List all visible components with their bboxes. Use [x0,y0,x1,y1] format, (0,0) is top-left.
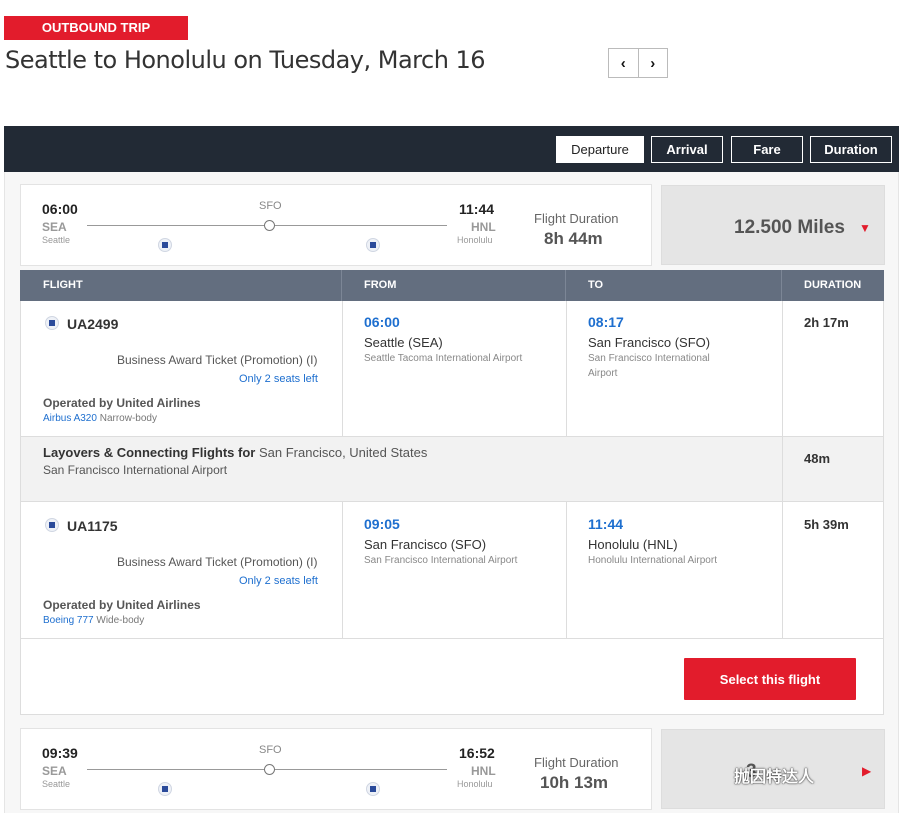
segment-from-airport: Seattle Tacoma International Airport [364,353,523,364]
watermark-text: 抛因特达人 [734,769,815,786]
segment-arrival-time: 11:44 [588,516,624,532]
stop-code: SFO [259,200,282,212]
next-day-button[interactable]: › [637,49,668,77]
operator: Operated by United Airlines [43,396,201,410]
united-logo-icon [158,238,172,252]
previous-day-button[interactable]: ‹ [609,49,638,77]
sort-fare-button[interactable]: Fare [731,136,803,163]
segment-to-airport: San Francisco International Airport [588,353,710,379]
sort-bar: Departure Arrival Fare Duration [4,126,899,172]
col-from: FROM [364,279,397,291]
united-logo-icon [45,518,59,532]
miles-value: 12.500 Miles [734,217,845,238]
seats-left: Only 2 seats left [239,575,318,587]
seats-left: Only 2 seats left [239,373,318,385]
arrival-city: Honolulu [457,235,493,245]
departure-time: 06:00 [42,201,78,217]
stop-code: SFO [259,744,282,756]
flight-duration-label: Flight Duration [534,755,619,770]
flight-summary-card[interactable]: 09:39 SEA Seattle SFO 16:52 HNL Honolulu… [20,728,652,810]
flight-search-page: { "header": { "badge": "OUTBOUND TRIP", … [0,0,900,813]
col-flight: FLIGHT [43,279,83,291]
departure-city: Seattle [42,779,71,789]
fare-class: Business Award Ticket (Promotion) (I) [117,555,318,569]
outbound-trip-badge: OUTBOUND TRIP [4,16,188,40]
arrival-code: HNL [471,220,496,234]
aircraft-link[interactable]: Boeing 777 [43,615,94,626]
flight-summary-card[interactable]: 06:00 SEA Seattle SFO 11:44 HNL Honolulu… [20,184,652,266]
segment-departure-time: 09:05 [364,516,400,532]
united-logo-icon [366,238,380,252]
col-duration: DURATION [804,279,862,291]
sort-duration-button[interactable]: Duration [810,136,892,163]
layover-row: Layovers & Connecting Flights for San Fr… [20,436,884,502]
flight-number: UA2499 [67,316,119,332]
flight-number: UA1175 [67,518,118,534]
operator: Operated by United Airlines [43,598,201,612]
flight-segment: UA2499 Business Award Ticket (Promotion)… [20,301,884,436]
segment-arrival-time: 08:17 [588,314,624,330]
col-to: TO [588,279,604,291]
flight-duration-value: 8h 44m [544,229,603,248]
flight-duration-value: 10h 13m [540,773,609,792]
date-nav: ‹ › [608,48,668,78]
chevron-down-icon: ▼ [859,221,871,235]
segment-duration: 5h 39m [804,517,849,532]
segment-from-city: San Francisco (SFO) [364,537,487,552]
chevron-right-icon: › [650,54,656,72]
details-table-header: FLIGHT FROM TO DURATION [20,270,884,301]
united-logo-icon [366,782,380,796]
layover-duration: 48m [804,451,831,466]
segment-from-airport: San Francisco International Airport [364,555,518,566]
segment-departure-time: 06:00 [364,314,400,330]
aircraft: Airbus A320 Narrow-body [43,413,157,424]
aircraft-link[interactable]: Airbus A320 [43,413,97,424]
arrival-time: 16:52 [459,745,495,761]
chevron-left-icon: ‹ [620,54,626,72]
segment-duration: 2h 17m [804,315,849,330]
aircraft: Boeing 777 Wide-body [43,615,145,626]
flight-duration-label: Flight Duration [534,211,619,226]
select-flight-row: Select this flight [20,638,884,715]
sort-departure-button[interactable]: Departure [556,136,644,163]
fare-class: Business Award Ticket (Promotion) (I) [117,353,318,367]
departure-time: 09:39 [42,745,78,761]
united-logo-icon [45,316,59,330]
departure-city: Seattle [42,235,71,245]
united-logo-icon [158,782,172,796]
flight-segment: UA1175 Business Award Ticket (Promotion)… [20,502,884,638]
arrival-code: HNL [471,764,496,778]
page-title: Seattle to Honolulu on Tuesday, March 16 [5,46,486,74]
stop-dot [264,764,275,775]
layover-airport: San Francisco International Airport [43,463,228,477]
layover-title: Layovers & Connecting Flights for San Fr… [43,445,428,460]
arrival-city: Honolulu [457,779,493,789]
segment-to-city: Honolulu (HNL) [588,537,678,552]
chevron-right-icon: ▶ [862,764,872,778]
departure-code: SEA [42,764,67,778]
departure-code: SEA [42,220,67,234]
segment-to-airport: Honolulu International Airport [588,555,717,566]
miles-fare-button[interactable]: 12.500 Miles ▼ [661,185,885,265]
miles-fare-button[interactable]: 3 ▶ 抛因特达人 [661,729,885,809]
segment-to-city: San Francisco (SFO) [588,335,711,350]
sort-arrival-button[interactable]: Arrival [651,136,723,163]
stop-dot [264,220,275,231]
select-flight-button[interactable]: Select this flight [684,658,856,700]
segment-from-city: Seattle (SEA) [364,335,443,350]
arrival-time: 11:44 [459,201,495,217]
